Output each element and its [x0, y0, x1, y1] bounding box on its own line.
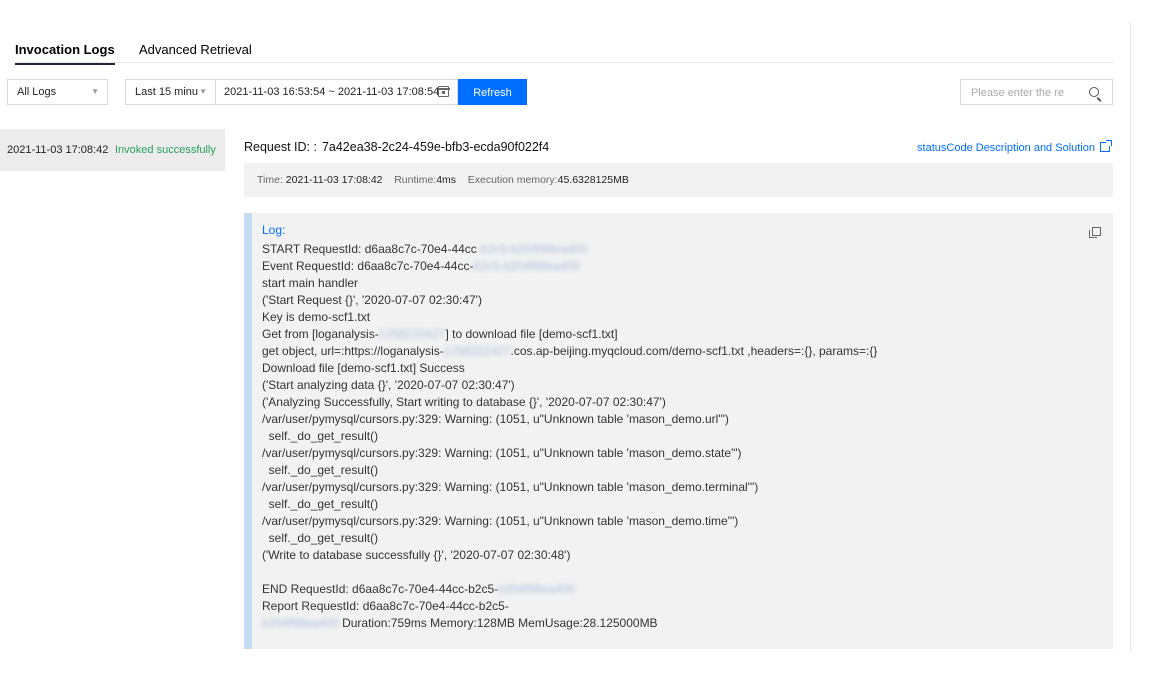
log-text: ('Start Request {}', '2020-07-07 02:30:4…	[262, 293, 482, 307]
log-type-select[interactable]: All Logs ▼	[7, 79, 108, 105]
log-line: start main handler	[262, 275, 877, 292]
log-type-value: All Logs	[17, 86, 57, 98]
log-text: self._do_get_result()	[262, 463, 379, 477]
runtime-value: 4ms	[436, 174, 457, 186]
log-line: Report RequestId: d6aa8c7c-70e4-44cc-b2c…	[262, 598, 877, 615]
search-input[interactable]	[969, 84, 1083, 102]
log-text: Get from [loganalysis-	[262, 327, 379, 341]
log-text: /var/user/pymysql/cursors.py:329: Warnin…	[262, 412, 729, 426]
log-line: ('Analyzing Successfully, Start writing …	[262, 394, 877, 411]
invocation-meta: Time: 2021-11-03 17:08:42 Runtime:4ms Ex…	[244, 163, 1113, 197]
log-text: Download file [demo-scf1.txt] Success	[262, 361, 465, 375]
request-id-label: Request ID: :	[244, 140, 317, 154]
divider	[1130, 22, 1131, 652]
log-text: /var/user/pymysql/cursors.py:329: Warnin…	[262, 480, 759, 494]
log-text: ('Write to database successfully {}', '2…	[262, 548, 571, 562]
log-line: get object, url=:https://loganalysis-125…	[262, 343, 877, 360]
time-range-picker[interactable]: 2021-11-03 16:53:54 ~ 2021-11-03 17:08:5…	[215, 79, 458, 105]
redacted-text: 1258222427	[443, 344, 511, 358]
log-line: self._do_get_result()	[262, 428, 877, 445]
log-line: ('Start Request {}', '2020-07-07 02:30:4…	[262, 292, 877, 309]
log-lines: START RequestId: d6aa8c7c-70e4-44cc-b2c5…	[262, 241, 877, 632]
tab-advanced-retrieval[interactable]: Advanced Retrieval	[139, 42, 252, 57]
redacted-text: 1258222427	[378, 327, 446, 341]
log-text: start main handler	[262, 276, 359, 290]
log-text: ('Analyzing Successfully, Start writing …	[262, 395, 666, 409]
runtime-label: Runtime:	[394, 174, 437, 186]
chevron-down-icon: ▼	[199, 87, 207, 96]
memory-value: 45.6328125MB	[557, 174, 629, 186]
log-line: ('Write to database successfully {}', '2…	[262, 547, 877, 564]
log-text: /var/user/pymysql/cursors.py:329: Warnin…	[262, 446, 742, 460]
log-text: Duration:759ms Memory:128MB MemUsage:28.…	[338, 616, 658, 630]
log-line: b204f98ea400 Duration:759ms Memory:128MB…	[262, 615, 877, 632]
refresh-button[interactable]: Refresh	[458, 79, 527, 105]
log-line: Download file [demo-scf1.txt] Success	[262, 360, 877, 377]
log-text: ] to download file [demo-scf1.txt]	[445, 327, 618, 341]
search-icon[interactable]	[1089, 87, 1099, 97]
search-box	[960, 79, 1113, 105]
log-tabs: Invocation Logs Advanced Retrieval	[15, 35, 1113, 65]
invocation-status: Invoked successfully	[115, 144, 216, 156]
time-label: Time:	[257, 174, 283, 186]
chevron-down-icon: ▼	[91, 87, 99, 96]
log-line: Key is demo-scf1.txt	[262, 309, 877, 326]
log-text: self._do_get_result()	[262, 429, 379, 443]
log-text: ('Start analyzing data {}', '2020-07-07 …	[262, 378, 515, 392]
log-line: Event RequestId: d6aa8c7c-70e4-44cc-b2c5…	[262, 258, 877, 275]
log-text: self._do_get_result()	[262, 497, 379, 511]
log-line: /var/user/pymysql/cursors.py:329: Warnin…	[262, 479, 877, 496]
log-line: /var/user/pymysql/cursors.py:329: Warnin…	[262, 445, 877, 462]
log-text: self._do_get_result()	[262, 531, 379, 545]
log-text: .cos.ap-beijing.myqcloud.com/demo-scf1.t…	[510, 344, 878, 358]
time-value: 2021-11-03 17:08:42	[285, 174, 383, 186]
log-text: END RequestId: d6aa8c7c-70e4-44cc-b2c5-	[262, 582, 499, 596]
log-text: START RequestId: d6aa8c7c-70e4-44cc	[262, 242, 477, 256]
log-line: /var/user/pymysql/cursors.py:329: Warnin…	[262, 411, 877, 428]
log-line: self._do_get_result()	[262, 496, 877, 513]
invocation-time: 2021-11-03 17:08:42	[7, 144, 109, 156]
request-id-row: Request ID: : 7a42ea38-2c24-459e-bfb3-ecd…	[244, 140, 549, 154]
log-text: /var/user/pymysql/cursors.py:329: Warnin…	[262, 514, 739, 528]
request-id-value: 7a42ea38-2c24-459e-bfb3-ecda90f022f4	[321, 140, 550, 154]
log-line: START RequestId: d6aa8c7c-70e4-44cc-b2c5…	[262, 241, 877, 258]
tab-invocation-logs[interactable]: Invocation Logs	[15, 42, 115, 65]
time-preset-value: Last 15 minu	[135, 86, 198, 98]
redacted-text: b204f98ea400	[498, 582, 575, 596]
memory-label: Execution memory:	[467, 174, 558, 186]
redacted-text: b204f98ea400	[262, 616, 339, 630]
invocation-list-item[interactable]: 2021-11-03 17:08:42 Invoked successfully	[0, 129, 225, 171]
copy-icon[interactable]	[1089, 227, 1101, 238]
log-line: ('Start analyzing data {}', '2020-07-07 …	[262, 377, 877, 394]
calendar-icon[interactable]	[437, 86, 450, 97]
log-text: Event RequestId: d6aa8c7c-70e4-44cc-	[262, 259, 474, 273]
time-preset-select[interactable]: Last 15 minu ▼	[125, 79, 216, 105]
external-link-icon[interactable]	[1100, 140, 1112, 152]
log-title: Log:	[262, 223, 286, 237]
log-line: self._do_get_result()	[262, 462, 877, 479]
redacted-text: -b2c5-b204f98ea400	[476, 242, 588, 256]
log-line: /var/user/pymysql/cursors.py:329: Warnin…	[262, 513, 877, 530]
log-text: get object, url=:https://loganalysis-	[262, 344, 444, 358]
time-range-value: 2021-11-03 16:53:54 ~ 2021-11-03 17:08:5…	[224, 86, 440, 98]
log-line: self._do_get_result()	[262, 530, 877, 547]
log-panel: Log: START RequestId: d6aa8c7c-70e4-44cc…	[244, 213, 1113, 649]
log-line: END RequestId: d6aa8c7c-70e4-44cc-b2c5-b…	[262, 581, 877, 598]
log-text: Report RequestId: d6aa8c7c-70e4-44cc-b2c…	[262, 599, 509, 613]
redacted-text: b2c5-b204f98ea400	[473, 259, 581, 273]
log-line: Get from [loganalysis-1258222427] to dow…	[262, 326, 877, 343]
log-text: Key is demo-scf1.txt	[262, 310, 371, 324]
status-code-link[interactable]: statusCode Description and Solution	[917, 140, 1112, 154]
status-code-link-label[interactable]: statusCode Description and Solution	[917, 142, 1095, 154]
